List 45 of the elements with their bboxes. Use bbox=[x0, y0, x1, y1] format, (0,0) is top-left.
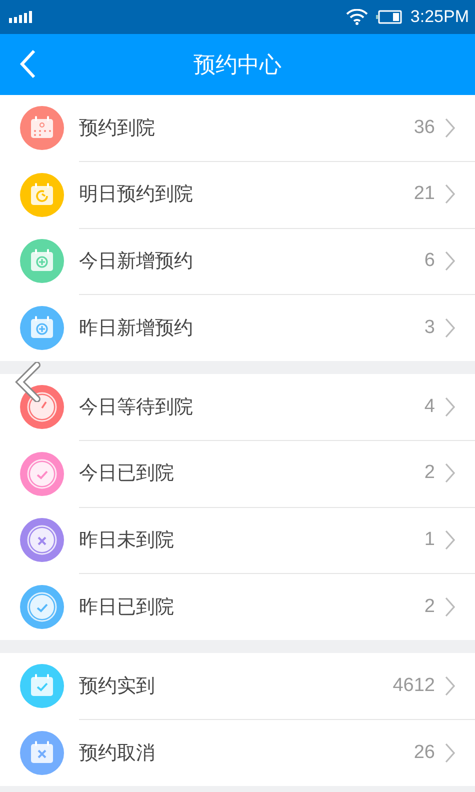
chevron-right-icon bbox=[445, 318, 455, 338]
item-label: 今日已到院 bbox=[79, 461, 175, 486]
chevron-right-icon bbox=[445, 184, 455, 204]
item-count: 4 bbox=[424, 396, 435, 418]
list-item[interactable]: 今日等待到院 4 bbox=[0, 374, 475, 440]
chevron-right-icon bbox=[445, 463, 455, 484]
battery-icon bbox=[376, 10, 402, 24]
list-item[interactable]: 明日预约到院 21 bbox=[0, 162, 475, 228]
item-count: 2 bbox=[424, 596, 435, 618]
item-label: 昨日未到院 bbox=[79, 528, 175, 553]
item-count: 4612 bbox=[392, 674, 435, 697]
chevron-right-icon bbox=[445, 530, 455, 550]
item-label: 预约取消 bbox=[79, 740, 156, 766]
item-label: 昨日已到院 bbox=[79, 594, 175, 620]
clock-time: 3:25PM bbox=[410, 7, 469, 27]
page-title: 预约中心 bbox=[194, 52, 282, 80]
item-label: 预约实到 bbox=[79, 674, 156, 699]
item-label: 预约到院 bbox=[79, 116, 156, 141]
list-item[interactable]: 今日已到院 2 bbox=[0, 440, 475, 507]
list-item[interactable]: 昨日已到院 2 bbox=[0, 574, 475, 640]
item-count: 26 bbox=[414, 742, 435, 764]
item-label: 明日预约到院 bbox=[79, 182, 194, 208]
item-count: 21 bbox=[414, 183, 435, 206]
list-item[interactable]: 预约取消 26 bbox=[0, 720, 475, 786]
list-item[interactable]: 昨日新增预约 3 bbox=[0, 294, 475, 361]
item-label: 昨日新增预约 bbox=[79, 316, 194, 341]
item-count: 36 bbox=[414, 116, 435, 139]
item-count: 6 bbox=[424, 250, 435, 272]
signal-icon bbox=[9, 11, 33, 23]
chevron-right-icon bbox=[445, 250, 455, 271]
wifi-icon bbox=[346, 9, 368, 25]
chevron-right-icon bbox=[445, 676, 455, 696]
chevron-right-icon bbox=[445, 118, 455, 138]
list-item[interactable]: 昨日未到院 1 bbox=[0, 507, 475, 574]
item-count: 2 bbox=[424, 462, 435, 484]
list-item[interactable]: 预约实到 4612 bbox=[0, 653, 475, 720]
list-item[interactable]: 今日新增预约 6 bbox=[0, 228, 475, 294]
list-item[interactable]: 预约到院 36 bbox=[0, 95, 475, 162]
chevron-right-icon bbox=[445, 596, 455, 617]
chevron-right-icon bbox=[445, 396, 455, 417]
item-label: 今日新增预约 bbox=[79, 248, 194, 274]
item-label: 今日等待到院 bbox=[79, 394, 194, 420]
chevron-right-icon bbox=[445, 742, 455, 763]
item-count: 3 bbox=[424, 316, 435, 339]
item-count: 1 bbox=[424, 528, 435, 551]
